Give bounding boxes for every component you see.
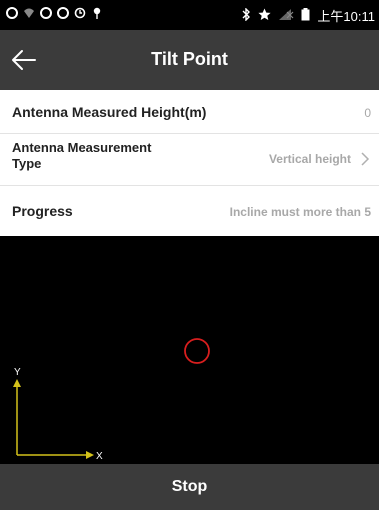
sync-icon	[57, 7, 69, 19]
stop-button[interactable]: Stop	[0, 464, 379, 510]
sync-icon	[6, 7, 18, 19]
tilt-point-screen: 上午10:11 Tilt Point Antenna Measured Heig…	[0, 0, 379, 510]
settings-list: Antenna Measured Height(m) 0 Antenna Mea…	[0, 90, 379, 236]
wifi-icon	[23, 7, 35, 19]
status-bar-left-icons	[6, 7, 103, 19]
sync-icon	[40, 7, 52, 19]
antenna-measurement-type-label: Antenna Measurement Type	[12, 140, 152, 171]
page-title: Tilt Point	[151, 49, 228, 69]
antenna-measured-height-label: Antenna Measured Height(m)	[12, 104, 207, 120]
chevron-right-icon	[361, 152, 370, 166]
progress-row: Progress Incline must more than 5	[0, 186, 379, 236]
progress-label: Progress	[12, 203, 73, 219]
app-bar: Tilt Point	[0, 30, 379, 90]
tilt-target-marker	[184, 338, 210, 364]
y-axis-label: Y	[14, 367, 21, 378]
y-axis	[13, 379, 21, 455]
battery-icon	[301, 7, 310, 24]
antenna-measurement-type-value: Vertical height	[268, 152, 351, 166]
star-icon	[258, 8, 272, 24]
x-axis	[17, 451, 94, 459]
no-signal-icon	[278, 8, 294, 24]
location-icon	[91, 7, 103, 19]
status-bar-right: 上午10:11	[241, 6, 375, 25]
tilt-plot: Y X	[13, 338, 210, 462]
antenna-measured-height-row[interactable]: Antenna Measured Height(m) 0	[0, 90, 379, 134]
x-axis-label: X	[96, 451, 103, 462]
progress-value: Incline must more than 5	[229, 205, 371, 219]
tilt-canvas: Y X	[0, 236, 379, 464]
antenna-measurement-type-row[interactable]: Antenna Measurement Type Vertical height	[0, 134, 379, 186]
bluetooth-icon	[241, 6, 251, 24]
status-time: 上午10:11	[317, 9, 375, 24]
antenna-measured-height-value: 0	[364, 106, 371, 120]
status-bar: 上午10:11	[0, 0, 379, 30]
alarm-icon	[74, 7, 86, 19]
